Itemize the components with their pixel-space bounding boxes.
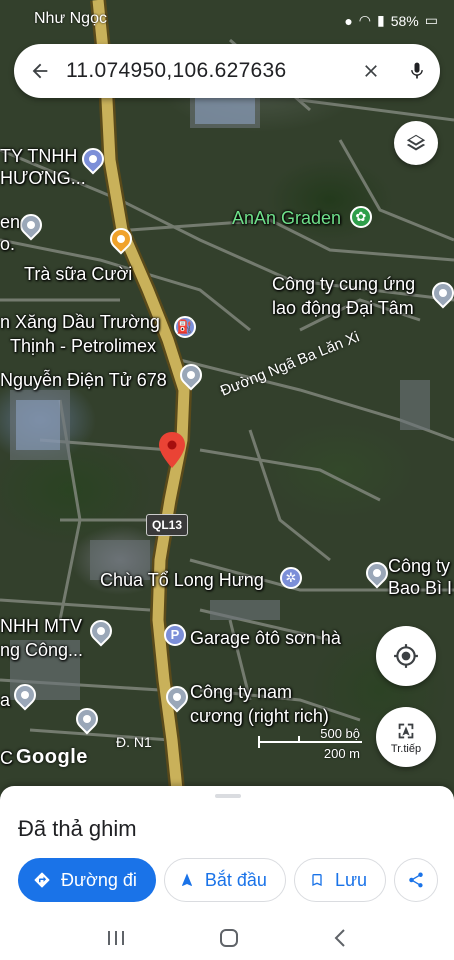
poi-label-chua-to-long-hung[interactable]: Chùa Tổ Long Hưng — [100, 570, 264, 590]
system-navigation-bar — [0, 916, 454, 960]
navigation-arrow-icon — [398, 723, 414, 738]
search-bar[interactable]: 11.074950,106.627636 — [14, 44, 440, 98]
poi-label-petrolimex[interactable]: Thịnh - Petrolimex — [10, 336, 156, 356]
close-icon — [365, 65, 377, 77]
poi-label-bao-bi[interactable]: Công ty — [388, 556, 450, 576]
start-label: Bắt đầu — [204, 869, 267, 890]
poi-label[interactable]: NHH MTV — [0, 616, 82, 636]
directions-label: Đường đi — [61, 869, 137, 890]
directions-icon — [34, 872, 50, 888]
battery-text: 58% — [390, 12, 419, 29]
dropped-pin-icon[interactable] — [158, 432, 186, 468]
status-bar: Như Ngọc ● ◠ ▮ 58% ▭ — [0, 0, 454, 40]
poi-label-bao-bi[interactable]: Bao Bì I — [388, 578, 452, 598]
my-location-button[interactable] — [376, 626, 436, 686]
directions-button[interactable]: Đường đi — [18, 858, 156, 902]
share-icon — [409, 872, 423, 888]
microphone-icon — [411, 62, 423, 79]
poi-label[interactable]: TY TNHH — [0, 146, 77, 166]
crosshair-icon — [394, 644, 418, 668]
share-button[interactable] — [394, 858, 439, 902]
poi-label[interactable]: en — [0, 212, 20, 232]
street-label-n1: Đ. N1 — [116, 734, 152, 750]
status-icons: ● ◠ ▮ 58% ▭ — [344, 12, 438, 29]
save-label: Lưu — [334, 869, 368, 890]
road-network — [0, 0, 454, 800]
back-button[interactable] — [14, 44, 66, 98]
google-logo: Google — [16, 746, 88, 768]
navigate-button[interactable]: Tr.tiếp — [376, 707, 436, 767]
sheet-title: Đã thả ghim — [18, 816, 137, 841]
poi-label-nam-cuong[interactable]: Công ty nam — [190, 682, 292, 702]
back-nav-icon[interactable] — [332, 928, 348, 948]
flower-icon[interactable]: ✿ — [350, 206, 372, 228]
poi-label[interactable]: HƯƠNG... — [0, 168, 86, 188]
poi-label[interactable]: o. — [0, 234, 15, 254]
bottom-sheet[interactable]: Đã thả ghim Đường đi Bắt đầu Lưu — [0, 786, 454, 916]
map-view[interactable]: Như Ngọc ● ◠ ▮ 58% ▭ TY TNHH HƯƠNG... An… — [0, 0, 454, 800]
bookmark-icon — [312, 874, 322, 886]
parking-icon[interactable]: P — [164, 624, 186, 646]
layers-button[interactable] — [394, 121, 438, 165]
clear-button[interactable] — [348, 44, 394, 98]
navigation-icon — [181, 873, 192, 886]
map-poi-label: Như Ngọc — [34, 10, 107, 27]
start-button[interactable]: Bắt đầu — [163, 858, 286, 902]
poi-label[interactable]: ng Công... — [0, 640, 83, 660]
voice-search-button[interactable] — [394, 44, 440, 98]
scale-bar: 500 bộ 200 m — [258, 726, 362, 761]
gas-station-icon[interactable]: ⛽ — [174, 316, 196, 338]
poi-label[interactable]: a — [0, 690, 10, 710]
action-chips: Đường đi Bắt đầu Lưu — [18, 858, 439, 902]
poi-label-tra-sua-cuoi[interactable]: Trà sữa Cười — [24, 264, 132, 284]
highway-shield: QL13 — [146, 514, 189, 536]
back-arrow-icon — [32, 63, 48, 79]
poi-label-dien-tu-678[interactable]: Nguyễn Điện Tử 678 — [0, 370, 167, 390]
navigate-label: Tr.tiếp — [390, 742, 422, 755]
poi-label-anan-graden[interactable]: AnAn Graden — [232, 208, 341, 228]
scale-label-feet: 500 bộ — [320, 726, 360, 741]
poi-label-garage[interactable]: Garage ôtô sơn hà — [190, 628, 341, 648]
layers-icon — [406, 134, 426, 151]
wifi-icon: ◠ — [358, 12, 372, 28]
temple-icon[interactable]: ✲ — [280, 567, 302, 589]
drag-handle[interactable] — [215, 794, 241, 798]
poi-label-petrolimex[interactable]: n Xăng Dầu Trường — [0, 312, 160, 332]
search-query-text[interactable]: 11.074950,106.627636 — [66, 59, 348, 83]
poi-label-cong-ty-cung-ung[interactable]: lao động Đại Tâm — [272, 298, 414, 318]
battery-icon: ▭ — [424, 12, 438, 28]
recent-apps-icon[interactable] — [106, 929, 126, 947]
poi-label-nam-cuong[interactable]: cương (right rich) — [190, 706, 329, 726]
location-status-icon: ● — [344, 12, 353, 29]
signal-icon: ▮ — [377, 12, 385, 28]
save-button[interactable]: Lưu — [293, 858, 387, 902]
poi-label[interactable]: C — [0, 748, 13, 768]
poi-label-cong-ty-cung-ung[interactable]: Công ty cung ứng — [272, 274, 415, 294]
scale-label-meters: 200 m — [323, 746, 360, 761]
home-icon[interactable] — [218, 927, 240, 949]
